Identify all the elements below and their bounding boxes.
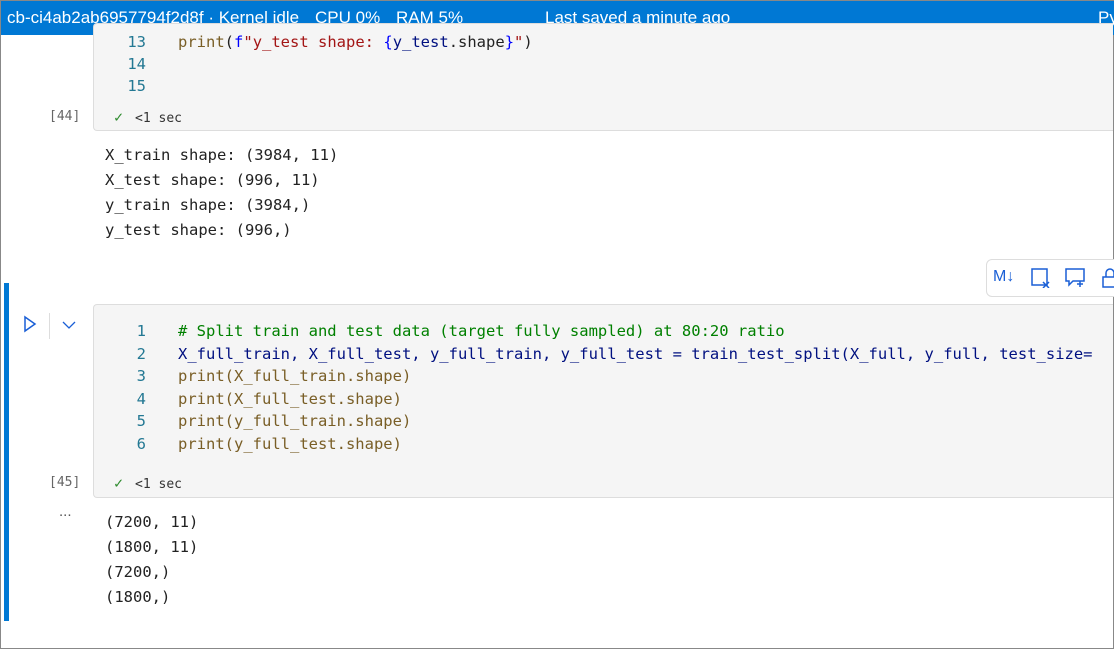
active-cell-indicator bbox=[4, 283, 9, 621]
code-cell-45[interactable]: 1 # Split train and test data (target ful… bbox=[93, 304, 1113, 498]
cell-output: (7200, 11) (1800, 11) (7200,) (1800,) bbox=[105, 513, 199, 606]
execution-count: [45] bbox=[49, 475, 81, 490]
check-icon: ✓ bbox=[114, 474, 124, 492]
divider bbox=[49, 313, 50, 339]
check-icon: ✓ bbox=[114, 108, 124, 126]
add-comment-icon[interactable] bbox=[1065, 268, 1087, 293]
execution-status: ✓ <1 sec bbox=[114, 474, 182, 492]
cell-toolbar: M↓ bbox=[986, 259, 1114, 297]
execution-count: [44] bbox=[49, 109, 81, 124]
cell-output: X_train shape: (3984, 11) X_test shape: (… bbox=[105, 146, 339, 239]
code-cell-44[interactable]: 13 print(f"y_test shape: {y_test.shape}")… bbox=[93, 23, 1113, 131]
lock-icon[interactable] bbox=[1101, 268, 1114, 293]
execution-status: ✓ <1 sec bbox=[114, 108, 182, 126]
output-more-button[interactable]: ... bbox=[59, 503, 72, 520]
run-cell-icon[interactable] bbox=[23, 315, 37, 338]
markdown-icon[interactable]: M↓ bbox=[993, 268, 1014, 286]
clear-output-icon[interactable] bbox=[1031, 268, 1051, 293]
chevron-down-icon[interactable] bbox=[62, 317, 76, 335]
